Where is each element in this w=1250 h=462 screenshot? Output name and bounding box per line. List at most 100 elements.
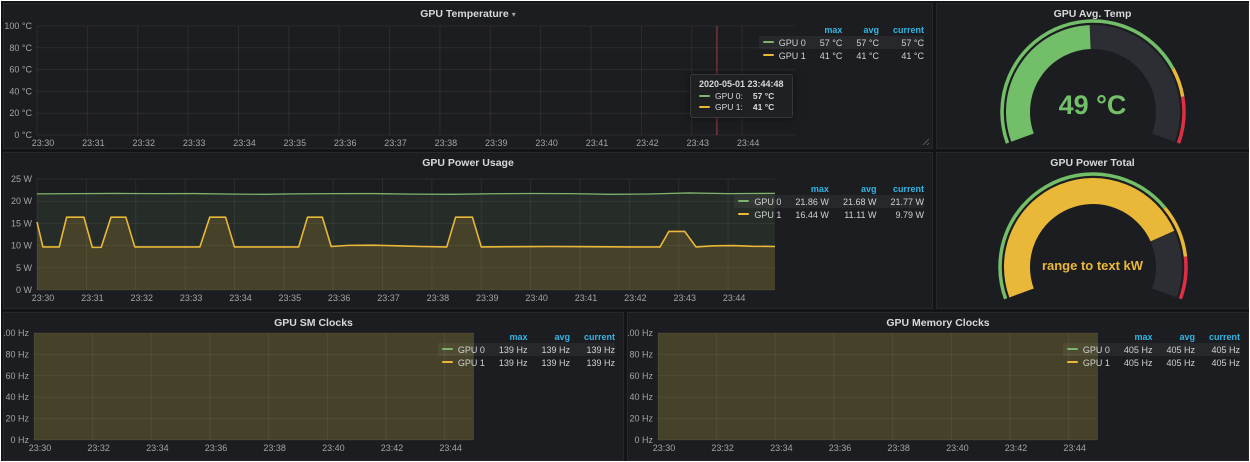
panel-title[interactable]: GPU SM Clocks — [274, 317, 353, 329]
legend-value: 405 Hz — [1152, 343, 1195, 356]
legend-gpu-memory-clocks: maxavgcurrentGPU 0405 Hz405 Hz405 HzGPU … — [1063, 331, 1240, 369]
legend-col-header-avg[interactable]: avg — [829, 183, 877, 195]
legend-col-header-current[interactable]: current — [1195, 331, 1240, 343]
legend-value: 9.79 W — [876, 208, 924, 221]
y-axis-tick: 15 W — [11, 218, 33, 228]
panel-header-gpu-avg-temp[interactable]: GPU Avg. Temp — [937, 4, 1248, 20]
y-axis-tick: 0 Hz — [10, 435, 29, 445]
x-axis-tick: 23:38 — [427, 293, 450, 303]
panel-gpu-sm-clocks: GPU SM Clocks 0 Hz20 Hz40 Hz60 Hz80 Hz10… — [3, 312, 624, 461]
x-axis-tick: 23:38 — [435, 138, 458, 148]
panel-title[interactable]: GPU Power Usage — [422, 157, 514, 169]
legend-col-spacer — [734, 183, 781, 195]
panel-title[interactable]: GPU Avg. Temp — [1054, 8, 1132, 20]
x-axis-tick: 23:36 — [205, 443, 228, 453]
y-axis-tick: 25 W — [11, 174, 33, 184]
legend-col-header-max[interactable]: max — [806, 24, 843, 36]
series-dash-icon — [442, 348, 453, 350]
legend-gpu-temperature: maxavgcurrentGPU 057 °C57 °C57 °CGPU 141… — [759, 24, 924, 62]
legend-series-gpu-0[interactable]: GPU 0 — [1063, 343, 1110, 356]
series-fill-gpu-1 — [658, 333, 1098, 440]
tooltip-row: GPU 0:57 °C — [699, 91, 784, 101]
panel-gpu-power-total: GPU Power Total range to text kW — [936, 152, 1249, 309]
legend-value: 11.11 W — [829, 208, 877, 221]
legend-col-header-avg[interactable]: avg — [1152, 331, 1195, 343]
x-axis-tick: 23:44 — [723, 293, 746, 303]
panel-header-gpu-power-usage[interactable]: GPU Power Usage — [4, 153, 932, 169]
grafana-dashboard: GPU Temperature▾ 0 °C20 °C40 °C60 °C80 °… — [1, 1, 1249, 461]
panel-title[interactable]: GPU Temperature — [420, 8, 509, 20]
x-axis-tick: 23:40 — [525, 293, 548, 303]
x-axis-tick: 23:33 — [183, 138, 206, 148]
legend-value: 139 Hz — [485, 343, 528, 356]
legend-series-gpu-1[interactable]: GPU 1 — [734, 208, 781, 221]
series-dash-icon — [442, 361, 453, 363]
legend-gpu-sm-clocks: maxavgcurrentGPU 0139 Hz139 Hz139 HzGPU … — [438, 331, 615, 369]
legend-row: GPU 021.86 W21.68 W21.77 W — [734, 195, 924, 208]
legend-series-gpu-1[interactable]: GPU 1 — [438, 356, 485, 369]
legend-value: 57 °C — [842, 36, 879, 49]
x-axis-tick: 23:34 — [229, 293, 252, 303]
chevron-down-icon[interactable]: ▾ — [512, 10, 516, 19]
legend-value: 139 Hz — [485, 356, 528, 369]
panel-title[interactable]: GPU Memory Clocks — [886, 317, 989, 329]
legend-col-header-current[interactable]: current — [879, 24, 924, 36]
x-axis-tick: 23:40 — [322, 443, 345, 453]
panel-header-gpu-temperature[interactable]: GPU Temperature▾ — [4, 4, 932, 20]
legend-col-header-max[interactable]: max — [485, 331, 528, 343]
x-axis-tick: 23:37 — [377, 293, 400, 303]
panel-resize-handle[interactable] — [922, 138, 930, 146]
gpu_avg_temp-arc — [937, 4, 1248, 148]
gauge-value: 49 °C — [937, 90, 1248, 121]
y-axis-tick: 80 Hz — [629, 349, 653, 359]
panel-header-gpu-power-total[interactable]: GPU Power Total — [937, 153, 1248, 169]
series-fill-gpu-1 — [34, 333, 474, 440]
legend-col-header-current[interactable]: current — [876, 183, 924, 195]
legend-row: GPU 0139 Hz139 Hz139 Hz — [438, 343, 615, 356]
series-dash-icon — [1067, 361, 1078, 363]
legend-value: 405 Hz — [1152, 356, 1195, 369]
series-dash-icon — [1067, 348, 1078, 350]
gpu_power_usage-plot[interactable]: 0 W5 W10 W15 W20 W25 W23:3023:3123:3223:… — [4, 153, 932, 308]
y-axis-tick: 80 Hz — [5, 349, 29, 359]
legend-col-header-current[interactable]: current — [570, 331, 615, 343]
panel-title[interactable]: GPU Power Total — [1050, 157, 1134, 169]
gauge-track — [1090, 37, 1168, 138]
x-axis-tick: 23:30 — [29, 443, 52, 453]
x-axis-tick: 23:32 — [130, 293, 153, 303]
x-axis-tick: 23:40 — [535, 138, 558, 148]
legend-col-spacer — [1063, 331, 1110, 343]
panel-header-gpu-sm-clocks[interactable]: GPU SM Clocks — [4, 313, 623, 329]
legend-row: GPU 0405 Hz405 Hz405 Hz — [1063, 343, 1240, 356]
x-axis-tick: 23:32 — [711, 443, 734, 453]
series-line-gpu-0 — [37, 193, 775, 194]
y-axis-tick: 20 °C — [9, 108, 32, 118]
x-axis-tick: 23:38 — [887, 443, 910, 453]
legend-col-header-max[interactable]: max — [781, 183, 829, 195]
legend-value: 21.77 W — [876, 195, 924, 208]
legend-series-gpu-0[interactable]: GPU 0 — [759, 36, 806, 49]
legend-series-gpu-1[interactable]: GPU 1 — [759, 49, 806, 62]
panel-header-gpu-memory-clocks[interactable]: GPU Memory Clocks — [628, 313, 1248, 329]
legend-col-header-avg[interactable]: avg — [842, 24, 879, 36]
x-axis-tick: 23:34 — [233, 138, 256, 148]
x-axis-tick: 23:39 — [476, 293, 499, 303]
graph-tooltip: 2020-05-01 23:44:48 GPU 0:57 °C GPU 1:41… — [690, 74, 793, 118]
x-axis-tick: 23:32 — [87, 443, 110, 453]
grid-lines — [37, 26, 795, 135]
legend-value: 405 Hz — [1110, 343, 1153, 356]
legend-value: 139 Hz — [527, 356, 570, 369]
y-axis-tick: 60 °C — [9, 65, 32, 75]
legend-series-gpu-1[interactable]: GPU 1 — [1063, 356, 1110, 369]
y-axis-tick: 0 °C — [14, 130, 32, 140]
gauge-fill — [1017, 191, 1162, 293]
legend-series-gpu-0[interactable]: GPU 0 — [438, 343, 485, 356]
x-axis-tick: 23:38 — [263, 443, 286, 453]
tooltip-series-value: 41 °C — [753, 102, 774, 112]
x-axis-tick: 23:36 — [328, 293, 351, 303]
legend-value: 57 °C — [879, 36, 924, 49]
legend-col-header-avg[interactable]: avg — [527, 331, 570, 343]
x-axis-tick: 23:36 — [334, 138, 357, 148]
legend-series-gpu-0[interactable]: GPU 0 — [734, 195, 781, 208]
legend-col-header-max[interactable]: max — [1110, 331, 1153, 343]
